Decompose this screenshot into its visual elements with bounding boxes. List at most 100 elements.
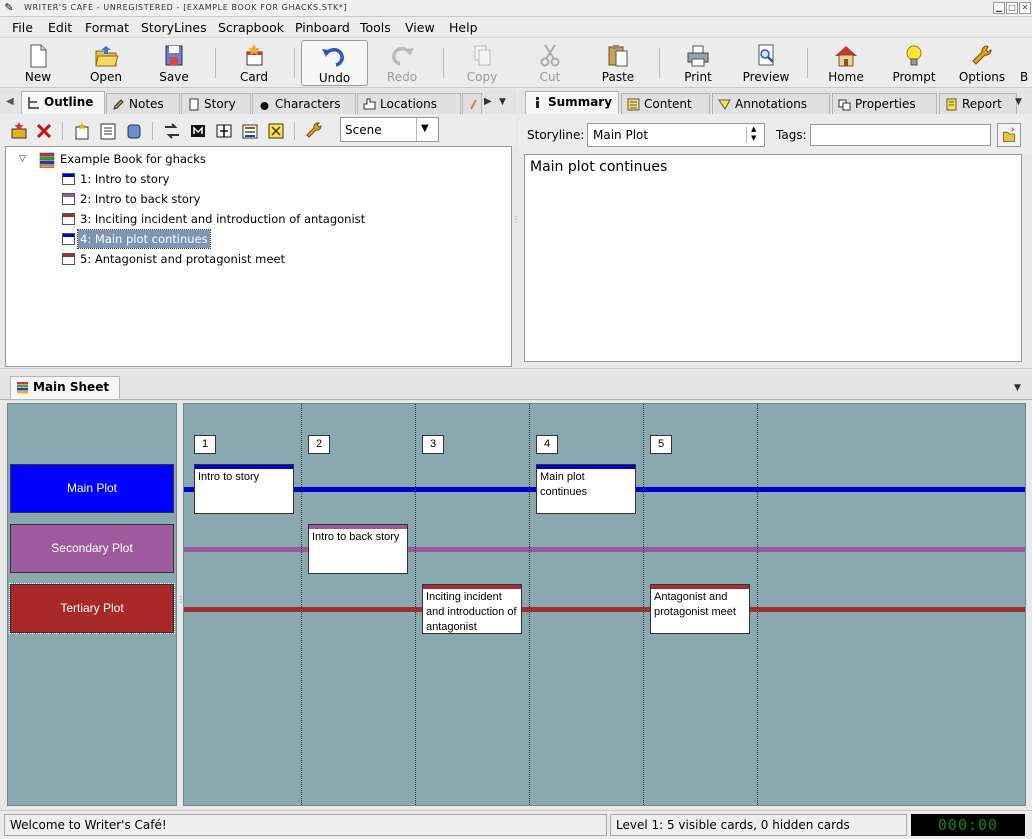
tab-summary[interactable]: Summary bbox=[525, 91, 619, 114]
redo-arrow-icon bbox=[392, 47, 414, 66]
storyline-lane-label[interactable]: Tertiary Plot bbox=[9, 583, 175, 634]
sheet-tab-dropdown-icon[interactable]: ▼ bbox=[1014, 383, 1021, 393]
prompt-button[interactable]: Prompt bbox=[882, 40, 946, 86]
print-preview-icon bbox=[758, 44, 774, 66]
tab-content[interactable]: Content bbox=[621, 93, 710, 114]
scope-dropdown[interactable]: Scene ▼ bbox=[340, 117, 439, 142]
storyline-lane-label[interactable]: Secondary Plot bbox=[10, 524, 174, 573]
right-tab-list-dropdown-icon[interactable]: ▼ bbox=[1015, 97, 1022, 107]
scene-card-text: Antagonist and protagonist meet bbox=[654, 591, 736, 618]
tab-partial[interactable] bbox=[462, 93, 482, 114]
outline-settings-wrench-icon[interactable] bbox=[304, 121, 324, 141]
scope-dropdown-value: Scene bbox=[345, 123, 382, 137]
tab-report[interactable]: Report bbox=[939, 93, 1017, 114]
scene-card[interactable]: Intro to back story bbox=[308, 524, 408, 574]
save-button[interactable]: Save bbox=[142, 40, 206, 86]
column-number[interactable]: 5 bbox=[650, 435, 672, 454]
chevron-down-icon: ▼ bbox=[421, 123, 429, 134]
vertical-splitter[interactable]: ⋮ bbox=[512, 216, 520, 237]
wrench-icon bbox=[972, 45, 992, 65]
minimize-button[interactable]: ▁ bbox=[993, 2, 1005, 14]
expand-icon[interactable] bbox=[266, 121, 286, 141]
tab-characters[interactable]: Characters bbox=[252, 93, 356, 114]
menu-storylines[interactable]: StoryLines bbox=[141, 20, 207, 35]
tags-browse-icon[interactable] bbox=[997, 123, 1021, 147]
copy-icon bbox=[474, 45, 491, 66]
column-number[interactable]: 2 bbox=[308, 435, 330, 454]
storyline-label: Storyline: bbox=[527, 128, 585, 142]
scene-card[interactable]: Intro to story bbox=[194, 464, 294, 514]
book-title[interactable]: Example Book for ghacks bbox=[60, 152, 206, 166]
tree-expander-icon[interactable]: ▽ bbox=[19, 154, 26, 164]
move-icon[interactable] bbox=[162, 121, 182, 141]
open-button[interactable]: Open bbox=[74, 40, 138, 86]
scene-card-text: Intro to back story bbox=[312, 531, 400, 543]
maximize-button[interactable]: □ bbox=[1006, 2, 1018, 14]
horizontal-splitter[interactable] bbox=[0, 368, 1032, 372]
storyline-lane-label[interactable]: Main Plot bbox=[10, 464, 174, 513]
tab-scroll-left-icon[interactable]: ◀ bbox=[6, 96, 14, 107]
redo-button[interactable]: Redo bbox=[370, 40, 434, 86]
menu-file[interactable]: File bbox=[12, 20, 33, 35]
sheet-tab-row: Main Sheet ▼ bbox=[0, 374, 1032, 400]
tab-locations[interactable]: Locations bbox=[357, 93, 461, 114]
menu-pinboard[interactable]: Pinboard bbox=[295, 20, 350, 35]
app-icon[interactable]: ✎ bbox=[3, 2, 15, 14]
report-icon bbox=[946, 98, 957, 111]
tab-properties[interactable]: Properties bbox=[832, 93, 937, 114]
new-document-icon bbox=[30, 44, 47, 68]
scene-card[interactable]: Antagonist and protagonist meet bbox=[650, 584, 750, 634]
menu-format[interactable]: Format bbox=[85, 20, 129, 35]
column-number[interactable]: 3 bbox=[422, 435, 444, 454]
menu-tools[interactable]: Tools bbox=[360, 20, 391, 35]
tab-list-dropdown-icon[interactable]: ▼ bbox=[499, 97, 506, 107]
column-number[interactable]: 4 bbox=[536, 435, 558, 454]
split-icon[interactable] bbox=[214, 121, 234, 141]
menu-edit[interactable]: Edit bbox=[48, 20, 72, 35]
annotation-icon bbox=[718, 99, 731, 110]
delete-icon[interactable] bbox=[34, 121, 54, 141]
scene-card-color-bar bbox=[423, 585, 521, 589]
column-number[interactable]: 1 bbox=[194, 435, 216, 454]
new-scene-icon[interactable] bbox=[72, 121, 92, 141]
properties-icon bbox=[838, 99, 851, 111]
card-button[interactable]: Card bbox=[222, 40, 286, 86]
new-button[interactable]: New bbox=[6, 40, 70, 86]
close-button[interactable]: ✕ bbox=[1019, 2, 1031, 14]
options-button[interactable]: Options bbox=[950, 40, 1014, 86]
notebook-icon[interactable] bbox=[98, 121, 118, 141]
menu-view[interactable]: View bbox=[405, 20, 435, 35]
menu-scrapbook[interactable]: Scrapbook bbox=[218, 20, 284, 35]
scene-card-color-bar bbox=[195, 465, 293, 469]
toolbar-overflow-label[interactable]: B bbox=[1020, 70, 1028, 84]
status-bar: Welcome to Writer's Café! Level 1: 5 vis… bbox=[0, 810, 1032, 839]
statistics-icon[interactable] bbox=[240, 121, 260, 141]
lane-splitter[interactable]: ⋮ bbox=[177, 595, 185, 615]
tab-notes[interactable]: Notes bbox=[106, 93, 180, 114]
tab-scroll-right-icon[interactable]: ▶ bbox=[484, 96, 492, 107]
tab-annotations[interactable]: Annotations bbox=[712, 93, 830, 114]
scene-card-text: Main plot continues bbox=[540, 471, 588, 498]
tab-main-sheet[interactable]: Main Sheet bbox=[10, 376, 120, 399]
paste-button[interactable]: Paste bbox=[586, 40, 650, 86]
tags-input[interactable] bbox=[810, 124, 991, 146]
scene-card-icon bbox=[62, 233, 75, 245]
menu-help[interactable]: Help bbox=[449, 20, 478, 35]
home-button[interactable]: Home bbox=[814, 40, 878, 86]
copy-button[interactable]: Copy bbox=[450, 40, 514, 86]
preview-button[interactable]: Preview bbox=[734, 40, 798, 86]
tab-story[interactable]: Story bbox=[181, 93, 251, 114]
right-tab-row: Summary Content Annotations Properties R… bbox=[519, 90, 1032, 114]
scene-card-icon bbox=[62, 253, 75, 265]
undo-button[interactable]: Undo bbox=[301, 40, 368, 86]
scene-card[interactable]: Inciting incident and introduction of an… bbox=[422, 584, 522, 634]
storyline-select[interactable]: Main Plot ▲ ▼ bbox=[587, 123, 765, 147]
tab-outline[interactable]: Outline bbox=[21, 91, 105, 114]
cut-button[interactable]: Cut bbox=[518, 40, 582, 86]
print-button[interactable]: Print bbox=[666, 40, 730, 86]
summary-text-area[interactable]: Main plot continues bbox=[524, 154, 1022, 362]
merge-icon[interactable] bbox=[188, 121, 208, 141]
scene-card[interactable]: Main plot continues bbox=[536, 464, 636, 514]
database-icon[interactable] bbox=[124, 121, 144, 141]
add-book-icon[interactable] bbox=[9, 121, 29, 141]
